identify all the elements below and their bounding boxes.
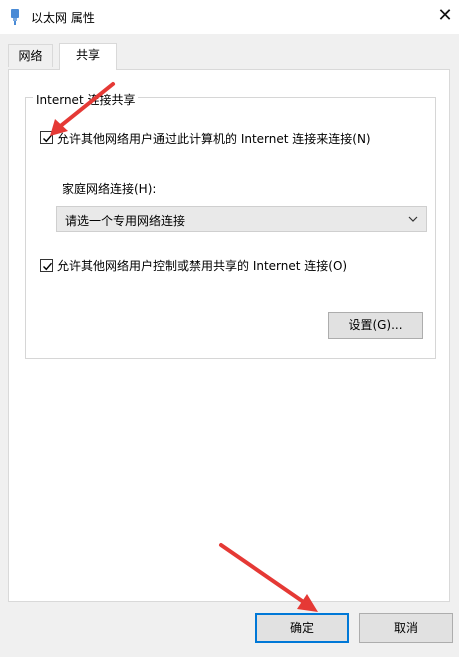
home-network-value: 请选一个专用网络连接 (65, 214, 186, 228)
close-button[interactable]: ✕ (433, 4, 457, 28)
window-title: 以太网 属性 (31, 11, 95, 25)
cancel-button[interactable]: 取消 (359, 613, 453, 643)
title-bar: 以太网 属性 ✕ (0, 0, 459, 34)
settings-button[interactable]: 设置(G)... (328, 312, 423, 339)
allow-control-label[interactable]: 允许其他网络用户控制或禁用共享的 Internet 连接(O) (57, 257, 347, 274)
ics-group-title: Internet 连接共享 (33, 91, 139, 108)
tab-network[interactable]: 网络 (8, 44, 53, 67)
checkmark-icon (43, 262, 53, 271)
checkmark-icon (43, 134, 53, 143)
allow-connect-label[interactable]: 允许其他网络用户通过此计算机的 Internet 连接来连接(N) (57, 130, 371, 147)
home-network-select[interactable]: 请选一个专用网络连接 (56, 206, 427, 232)
ok-button[interactable]: 确定 (255, 613, 349, 643)
chevron-down-icon (408, 216, 418, 222)
tab-sharing[interactable]: 共享 (59, 43, 117, 70)
home-network-label: 家庭网络连接(H): (62, 182, 157, 196)
network-adapter-icon (11, 9, 19, 25)
allow-connect-checkbox[interactable] (40, 131, 53, 144)
allow-control-checkbox[interactable] (40, 259, 53, 272)
